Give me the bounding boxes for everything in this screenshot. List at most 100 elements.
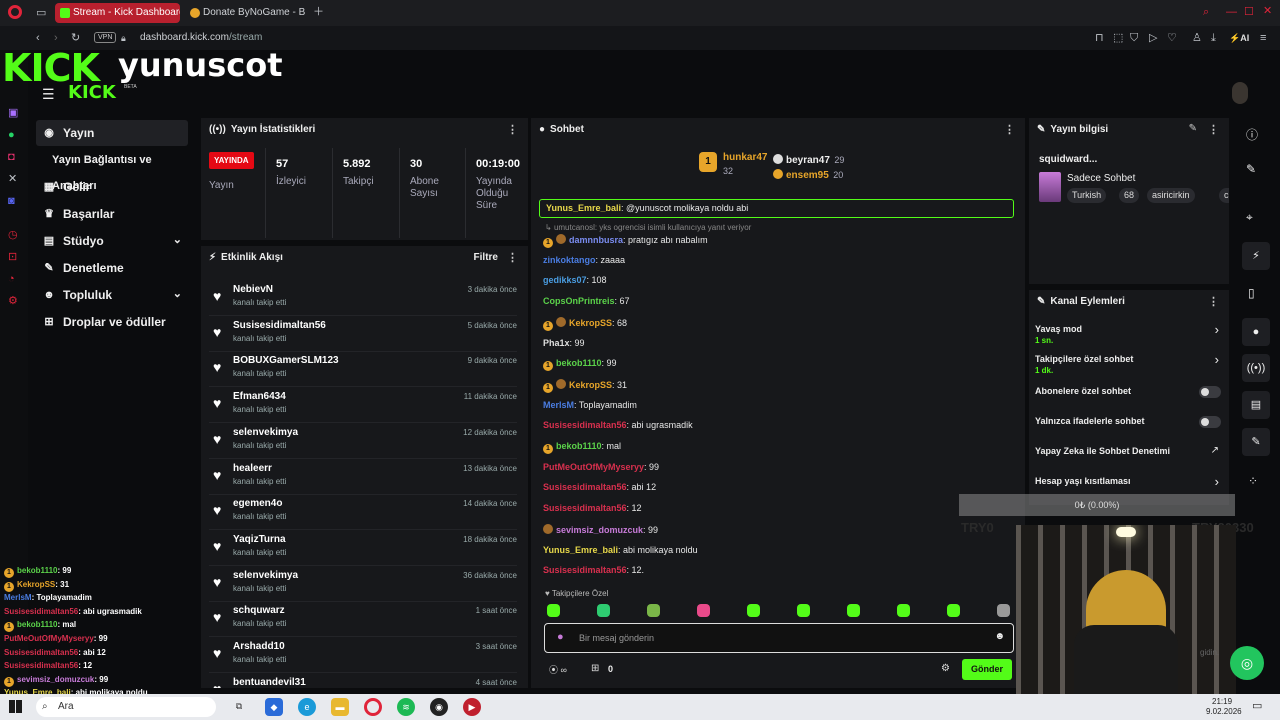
- chevron-right-icon[interactable]: ›: [1215, 474, 1219, 489]
- chat-toggle-icon[interactable]: ●: [1242, 318, 1270, 346]
- emote-icon[interactable]: [997, 604, 1010, 617]
- heart-icon[interactable]: ♡: [1167, 31, 1177, 45]
- sidebar-item-4[interactable]: ♛ Başarılar: [36, 201, 188, 227]
- chat-username[interactable]: bekob1110: [556, 358, 602, 368]
- activity-item[interactable]: ♥ selenvekimya kanalı takip etti 12 dakika …: [209, 423, 517, 459]
- tab-donate-bng[interactable]: Donate ByNoGame - BNG: [185, 3, 305, 23]
- channel-points[interactable]: ⦿ ∞: [549, 663, 567, 676]
- chat-username[interactable]: Yunus_Emre_bali: [543, 545, 618, 555]
- chat-username[interactable]: sevimsiz_domuzcuk: [556, 525, 643, 535]
- mic-icon[interactable]: ●: [557, 631, 564, 643]
- clock-time[interactable]: 21:19: [1212, 697, 1232, 706]
- activity-item[interactable]: ♥ Efman6434 kanalı takip etti 11 dakika önc…: [209, 387, 517, 424]
- activity-toggle-icon[interactable]: ⚡︎: [1242, 242, 1270, 270]
- stream-tag[interactable]: 68: [1119, 188, 1140, 203]
- profile-icon[interactable]: ♙: [1192, 31, 1202, 45]
- category-name[interactable]: Sadece Sohbet: [1067, 173, 1135, 184]
- close-window-icon[interactable]: ✕: [1263, 4, 1272, 18]
- notification-icon[interactable]: ▭: [1252, 699, 1262, 712]
- top-supporter-3[interactable]: ensem95 20: [773, 165, 863, 183]
- chat-settings-icon[interactable]: ⚙: [941, 663, 950, 674]
- stats-menu-icon[interactable]: ⋮: [507, 123, 518, 136]
- workspaces-icon[interactable]: ▭: [36, 6, 46, 20]
- emote-icon[interactable]: [947, 604, 960, 617]
- download-icon[interactable]: ⤓: [1211, 31, 1216, 45]
- task-view-icon[interactable]: ⧉: [230, 697, 248, 715]
- play-icon[interactable]: ▷: [1149, 31, 1157, 45]
- flow-icon[interactable]: ◔: [8, 272, 15, 286]
- stream-info-menu-icon[interactable]: ⋮: [1208, 123, 1219, 136]
- new-tab-icon[interactable]: ＋: [313, 5, 324, 19]
- chat-message[interactable]: MerlsM: Toplayamadim: [543, 400, 637, 410]
- toggle-switch[interactable]: [1199, 416, 1221, 428]
- ai-button[interactable]: ⚡AI: [1229, 33, 1249, 44]
- send-button[interactable]: Gönder: [962, 659, 1012, 680]
- menu-icon[interactable]: ≡: [1260, 31, 1266, 45]
- chat-message[interactable]: 1 KekropSS: 31: [543, 378, 627, 393]
- chat-username[interactable]: KekropSS: [569, 380, 612, 390]
- chevron-down-icon[interactable]: ⌄: [173, 227, 182, 253]
- chat-message[interactable]: Susisesidimaltan56: abi ugrasmadik: [543, 420, 693, 430]
- hamburger-menu-icon[interactable]: ☰: [42, 86, 55, 103]
- minimize-icon[interactable]: —: [1226, 5, 1237, 19]
- bookmark-icon[interactable]: ⊓: [1095, 31, 1104, 45]
- file-explorer-icon[interactable]: ▬: [331, 698, 349, 716]
- chat-menu-icon[interactable]: ⋮: [1004, 123, 1015, 136]
- reload-icon[interactable]: ↻: [71, 31, 80, 45]
- chat-username[interactable]: Susisesidimaltan56: [543, 565, 627, 575]
- sidebar-item-8[interactable]: ⊞ Droplar ve ödüller: [36, 309, 188, 335]
- channel-action-item[interactable]: Yavaş mod 1 sn. ›: [1035, 322, 1223, 350]
- emote-icon[interactable]: [847, 604, 860, 617]
- chevron-right-icon[interactable]: ›: [1215, 352, 1219, 367]
- connections-icon[interactable]: ⁘: [1248, 474, 1258, 488]
- channel-action-item[interactable]: Yapay Zeka ile Sohbet Denetimi ↗: [1035, 445, 1223, 472]
- sidebar-item-3[interactable]: ▦ Gelir: [36, 174, 188, 200]
- chat-message[interactable]: gedikks07: 108: [543, 275, 607, 285]
- chat-username[interactable]: damnnbusra: [569, 235, 623, 245]
- chat-message[interactable]: sevimsiz_domuzcuk: 99: [543, 523, 658, 535]
- chat-message[interactable]: 1 KekropSS: 68: [543, 316, 627, 331]
- history-icon[interactable]: ◷: [8, 228, 18, 242]
- chat-message[interactable]: Yunus_Emre_bali: abi molikaya noldu: [543, 545, 698, 555]
- activity-item[interactable]: ♥ NebievN kanalı takip etti 3 dakika önce: [209, 280, 517, 316]
- instagram-icon[interactable]: ◘: [8, 150, 15, 164]
- chat-message[interactable]: 1 bekob1110: 99: [543, 358, 617, 372]
- activity-item[interactable]: ♥ schquwarz kanalı takip etti 1 saat önce: [209, 601, 517, 638]
- chat-message[interactable]: Susisesidimaltan56: abi 12: [543, 482, 656, 492]
- user-avatar[interactable]: [1232, 82, 1248, 104]
- channel-action-item[interactable]: Takipçilere özel sohbet 1 dk. ›: [1035, 352, 1223, 380]
- search-tabs-icon[interactable]: ⌕: [1203, 5, 1209, 19]
- discord-icon[interactable]: ◙: [8, 194, 15, 208]
- document-icon[interactable]: ▯: [1248, 286, 1255, 300]
- shield-icon[interactable]: ⛉: [1130, 31, 1138, 45]
- chat-username[interactable]: MerlsM: [543, 400, 574, 410]
- pinned-message[interactable]: Yunus_Emre_bali: @yunuscot molikaya nold…: [539, 199, 1014, 218]
- chat-username[interactable]: Susisesidimaltan56: [543, 420, 627, 430]
- activity-item[interactable]: ♥ YaqizTurna kanalı takip etti 18 dakika ön…: [209, 530, 517, 566]
- settings-icon[interactable]: ⚙: [8, 294, 18, 308]
- chat-input[interactable]: ● Bir mesaj gönderin ☻: [544, 623, 1014, 653]
- channel-action-item[interactable]: Abonelere özel sohbet: [1035, 386, 1223, 412]
- x-icon[interactable]: ✕: [8, 172, 17, 186]
- channel-action-item[interactable]: Yalnızca ifadelerle sohbet: [1035, 416, 1223, 442]
- whatsapp-icon[interactable]: ●: [8, 128, 15, 142]
- chat-username[interactable]: CopsOnPrintreis: [543, 296, 615, 306]
- chevron-down-icon[interactable]: ⌄: [173, 281, 182, 307]
- chat-message[interactable]: Susisesidimaltan56: 12.: [543, 565, 644, 575]
- pencil-icon[interactable]: ✎: [1246, 162, 1256, 176]
- sidebar-item-2[interactable]: Yayın Bağlantısı ve Anahtarı: [36, 147, 188, 192]
- toggle-switch[interactable]: [1199, 386, 1221, 398]
- opera-logo-icon[interactable]: [8, 5, 22, 19]
- support-chat-button[interactable]: ◎: [1230, 646, 1264, 680]
- url-field[interactable]: dashboard.kick.com/stream: [140, 32, 262, 43]
- emote-icon[interactable]: [747, 604, 760, 617]
- chat-username[interactable]: Susisesidimaltan56: [543, 503, 627, 513]
- gift-icon[interactable]: ⊞: [591, 663, 599, 674]
- sidebar-item-7[interactable]: ☻ Topluluk ⌄: [36, 282, 188, 308]
- wrench-toggle-icon[interactable]: ✎: [1242, 428, 1270, 456]
- obs-icon[interactable]: ◉: [430, 698, 448, 716]
- activity-item[interactable]: ♥ BOBUXGamerSLM123 kanalı takip etti 9 daki…: [209, 351, 517, 388]
- emoji-icon[interactable]: ☻: [994, 631, 1005, 642]
- activity-menu-icon[interactable]: ⋮: [507, 251, 518, 264]
- stream-tag[interactable]: asiricirkin: [1147, 188, 1195, 203]
